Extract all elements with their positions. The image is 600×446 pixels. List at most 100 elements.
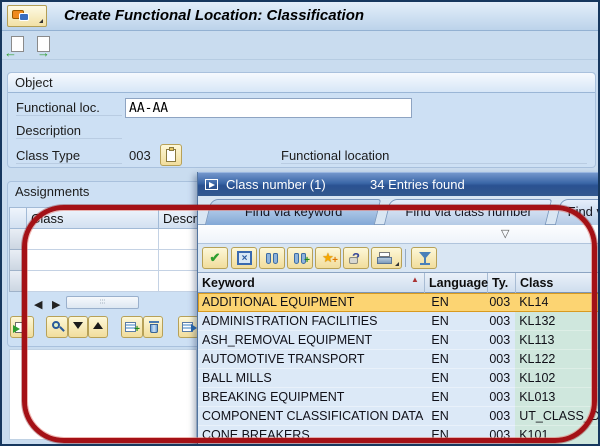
cancel-x-icon: × [237, 251, 252, 265]
class-cell[interactable]: KL14 [515, 293, 598, 312]
type-cell[interactable]: 003 [486, 312, 516, 331]
class-cell[interactable]: UT_CLASS_DA [515, 407, 598, 426]
tab-strip: Find via keyword Find via class number F… [198, 196, 598, 225]
class-column-header[interactable]: Class [27, 207, 159, 229]
keyword-column-header[interactable]: Keyword [198, 273, 425, 293]
keyword-cell[interactable]: ASH_REMOVAL EQUIPMENT [198, 331, 425, 350]
result-row[interactable]: BREAKING EQUIPMENT EN 003 KL013 [198, 388, 598, 407]
app-toolbar: ← → [2, 32, 598, 60]
row-selector[interactable] [9, 271, 27, 292]
result-row[interactable]: ADMINISTRATION FACILITIES EN 003 KL132 [198, 312, 598, 331]
result-row[interactable]: BALL MILLS EN 003 KL102 [198, 369, 598, 388]
keyword-cell[interactable]: AUTOMOTIVE TRANSPORT [198, 350, 425, 369]
menu-button[interactable] [7, 5, 47, 27]
language-cell[interactable]: EN [424, 331, 487, 350]
keyword-cell[interactable]: ADMINISTRATION FACILITIES [198, 312, 425, 331]
filter-button[interactable] [411, 247, 437, 269]
tab-find-via-class-number[interactable]: Find via class number [383, 199, 553, 225]
scroll-right-icon[interactable]: ▶ [52, 298, 60, 311]
class-cell[interactable] [27, 229, 159, 250]
scroll-left-icon[interactable]: ◀ [34, 298, 42, 311]
cancel-button[interactable]: × [231, 247, 257, 269]
exit-button[interactable]: → [32, 36, 54, 60]
trash-lid-icon [149, 321, 159, 323]
language-cell[interactable]: EN [424, 293, 487, 312]
keyword-cell[interactable]: BALL MILLS [198, 369, 425, 388]
language-column-header[interactable]: Language [425, 273, 488, 293]
type-cell[interactable]: 003 [486, 350, 516, 369]
type-cell[interactable]: 003 [486, 388, 516, 407]
class-type-description: Functional location [281, 148, 587, 164]
type-cell[interactable]: 003 [486, 369, 516, 388]
class-cell[interactable]: K101 [515, 426, 598, 444]
green-arrow-icon [13, 325, 20, 333]
language-cell[interactable]: EN [424, 312, 487, 331]
result-row[interactable]: ADDITIONAL EQUIPMENT EN 003 KL14 [198, 293, 598, 312]
speech-bubble-icon [19, 13, 29, 21]
dialog-toolbar: ✔ × + ★ + ? [198, 244, 598, 272]
language-cell[interactable]: EN [424, 388, 487, 407]
class-cell[interactable]: KL113 [515, 331, 598, 350]
move-up-button[interactable] [88, 316, 108, 338]
row-selector[interactable] [9, 229, 27, 250]
find-class-button[interactable] [46, 316, 68, 338]
tab-find-via-other[interactable]: Find via [554, 199, 598, 225]
class-cell[interactable]: KL132 [515, 312, 598, 331]
sort-ascending-icon: ▲ [411, 275, 419, 284]
dropdown-corner-icon [395, 262, 399, 266]
values-button[interactable] [178, 316, 199, 338]
class-cell[interactable] [27, 250, 159, 271]
type-cell[interactable]: 003 [486, 426, 515, 444]
select-all-header[interactable] [9, 207, 27, 229]
class-number-dialog: Class number (1) 34 Entries found Find v… [197, 172, 598, 444]
page-title: Create Functional Location: Classificati… [64, 7, 365, 24]
favorites-add-button[interactable]: ★ + [315, 247, 341, 269]
keyword-cell[interactable]: CONE BREAKERS [198, 426, 424, 444]
class-column-header[interactable]: Class [516, 273, 598, 293]
tab-find-via-keyword[interactable]: Find via keyword [204, 199, 382, 225]
move-down-button[interactable] [68, 316, 88, 338]
language-cell[interactable]: EN [424, 350, 487, 369]
type-cell[interactable]: 003 [486, 331, 516, 350]
class-cell[interactable]: KL102 [515, 369, 598, 388]
dialog-title-bar[interactable]: Class number (1) 34 Entries found [198, 172, 598, 196]
language-cell[interactable]: EN [424, 426, 486, 444]
filter-icon [420, 263, 430, 265]
help-button[interactable]: ? [343, 247, 369, 269]
delete-row-button[interactable] [143, 316, 163, 338]
binoculars-icon [273, 253, 278, 264]
exit-arrow-icon: → [37, 45, 50, 60]
language-cell[interactable]: EN [424, 369, 487, 388]
type-column-header[interactable]: Ty. [488, 273, 516, 293]
functional-loc-input[interactable] [125, 98, 412, 118]
result-row[interactable]: AUTOMOTIVE TRANSPORT EN 003 KL122 [198, 350, 598, 369]
print-button[interactable] [371, 247, 402, 269]
find-next-button[interactable]: + [287, 247, 313, 269]
class-cell[interactable] [27, 271, 159, 292]
overview-button[interactable] [10, 316, 34, 338]
type-cell[interactable]: 003 [486, 407, 516, 426]
object-section-title: Object [8, 73, 595, 93]
class-type-button[interactable] [160, 144, 182, 166]
scrollbar-thumb[interactable]: ∶∶∶ [66, 296, 139, 309]
row-selector[interactable] [9, 250, 27, 271]
type-cell[interactable]: 003 [486, 293, 516, 312]
keyword-cell[interactable]: BREAKING EQUIPMENT [198, 388, 425, 407]
language-cell[interactable]: EN [424, 407, 487, 426]
class-cell[interactable]: KL122 [515, 350, 598, 369]
accept-button[interactable]: ✔ [202, 247, 228, 269]
keyword-cell[interactable]: COMPONENT CLASSIFICATION DATA [198, 407, 425, 426]
result-row[interactable]: CONE BREAKERS EN 003 K101 [198, 426, 598, 444]
back-button[interactable]: ← [4, 36, 28, 59]
class-cell[interactable]: KL013 [515, 388, 598, 407]
keyword-cell[interactable]: ADDITIONAL EQUIPMENT [198, 293, 425, 312]
results-list: ADDITIONAL EQUIPMENT EN 003 KL14 ADMINIS… [198, 293, 598, 444]
insert-row-button[interactable]: + [121, 316, 143, 338]
find-button[interactable] [259, 247, 285, 269]
result-row[interactable]: ASH_REMOVAL EQUIPMENT EN 003 KL113 [198, 331, 598, 350]
title-bar: Create Functional Location: Classificati… [2, 2, 598, 31]
result-row[interactable]: COMPONENT CLASSIFICATION DATA EN 003 UT_… [198, 407, 598, 426]
class-type-value: 003 [129, 148, 151, 163]
down-triangle-icon [73, 322, 83, 329]
expand-dropdown-icon[interactable]: ▽ [501, 227, 509, 240]
